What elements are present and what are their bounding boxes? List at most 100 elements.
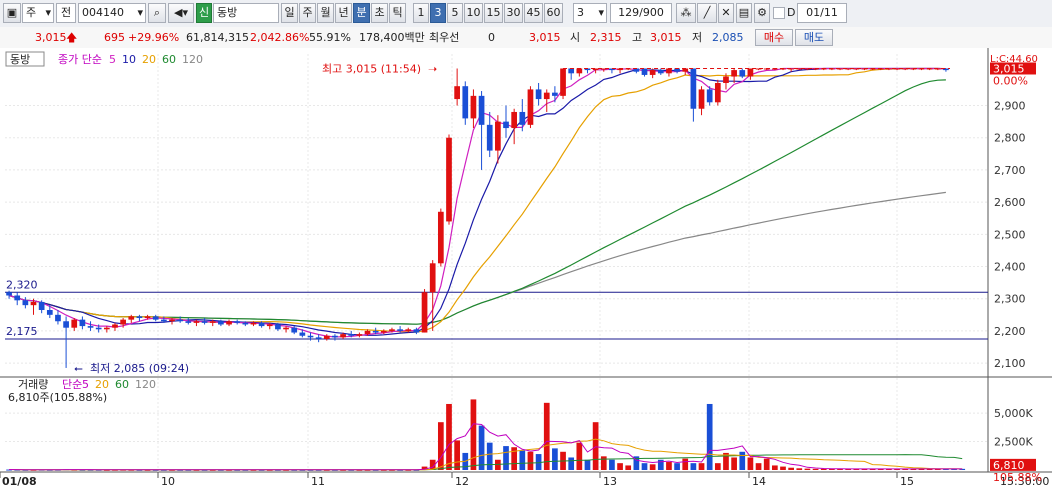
period-button-2[interactable]: 월 xyxy=(317,3,334,23)
minute-button-30[interactable]: 30 xyxy=(504,3,523,23)
volume-bar xyxy=(690,463,697,470)
volume-bar xyxy=(486,442,493,470)
price-chart[interactable]: 2,900 2,800 2,700 2,600 2,500 2,400 2,300 2,200… xyxy=(0,48,1052,490)
candle-body xyxy=(503,121,509,129)
high-price: 3,015 xyxy=(650,31,682,44)
minute-button-60[interactable]: 60 xyxy=(544,3,563,23)
candle-body xyxy=(291,327,298,333)
candle-body xyxy=(568,68,575,74)
volume-tick-label: 5,000K xyxy=(994,407,1033,420)
speaker-icon[interactable]: ◀▾ xyxy=(168,3,194,23)
candle-body xyxy=(389,329,395,331)
period-button-1[interactable]: 주 xyxy=(299,3,316,23)
minute-button-5[interactable]: 5 xyxy=(447,3,463,23)
period-button-4[interactable]: 분 xyxy=(353,3,370,23)
volume-legend-item: 5 xyxy=(82,378,89,391)
interval-select[interactable]: 3 ▾ xyxy=(573,3,607,23)
candle-body xyxy=(266,324,273,327)
volume-legend-item: 단순 xyxy=(62,378,82,391)
toolbar: ▣ 주 ▾ 전 004140 ▾ ⌕ ◀▾ 신 동방 3 ▾ 129/900 ⁂ ╱ … xyxy=(0,0,1052,28)
candle-body xyxy=(120,319,126,325)
candle-body xyxy=(79,319,86,327)
candle-body xyxy=(552,92,558,96)
candle-body xyxy=(242,322,249,325)
volume-bar xyxy=(568,457,575,470)
minute-button-45[interactable]: 45 xyxy=(524,3,543,23)
market-select[interactable]: 주 ▾ xyxy=(22,3,54,23)
candle-body xyxy=(55,314,61,322)
candle-body xyxy=(535,89,542,100)
volume-value: 61,814,315 xyxy=(186,31,249,44)
volume-bar xyxy=(674,463,680,470)
market-select-value: 주 xyxy=(26,6,37,19)
candle-body xyxy=(46,309,53,315)
candle-body xyxy=(372,330,379,333)
candle-body xyxy=(38,301,45,310)
stock-code-input[interactable]: 004140 ▾ xyxy=(78,3,146,23)
candle-body xyxy=(706,89,713,103)
price-legend-item: 10 xyxy=(122,53,136,66)
period-button-6[interactable]: 틱 xyxy=(389,3,406,23)
quote-bar: 3,015 🡅 695 +29.96% 61,814,315 2,042.86%… xyxy=(0,27,1052,49)
scope-select[interactable]: 전 xyxy=(56,3,76,23)
minute-button-1[interactable]: 1 xyxy=(413,3,429,23)
search-icon[interactable]: ⌕ xyxy=(148,3,166,23)
chevron-down-icon: ▾ xyxy=(137,6,143,19)
candle-body xyxy=(723,76,729,83)
period-button-5[interactable]: 초 xyxy=(371,3,388,23)
volume-bar xyxy=(527,451,534,470)
volume-bar xyxy=(788,467,794,470)
candle-body xyxy=(486,124,493,151)
candle-body xyxy=(576,68,583,74)
volume-bar xyxy=(576,442,583,470)
volume-bar xyxy=(609,459,615,470)
best-bid-label: 최우선 xyxy=(429,31,460,44)
price-tick-label: 2,300 xyxy=(994,293,1026,306)
candle-body xyxy=(144,316,151,319)
minute-button-3[interactable]: 3 xyxy=(430,3,446,23)
indicator-icon[interactable]: ⁂ xyxy=(676,3,696,23)
period-button-3[interactable]: 년 xyxy=(335,3,352,23)
sell-button[interactable]: 매도 xyxy=(795,29,833,46)
chevron-down-icon: ▾ xyxy=(45,6,51,19)
save-icon[interactable]: ▤ xyxy=(736,3,752,23)
volume-bar xyxy=(771,465,778,470)
candle-body xyxy=(364,330,371,335)
period-button-0[interactable]: 일 xyxy=(281,3,298,23)
high-label: 고 xyxy=(632,31,643,44)
right-arrow-icon: ➝ xyxy=(428,62,437,75)
price-legend-item: 120 xyxy=(182,53,203,66)
candle-body xyxy=(63,321,69,328)
candle-body xyxy=(275,324,281,330)
candle-body xyxy=(657,70,664,74)
candle-body xyxy=(690,68,697,109)
candle-body xyxy=(177,319,184,322)
candle-body xyxy=(185,321,192,323)
change-percent: +29.96% xyxy=(128,31,180,44)
reference-label-upper: 2,320 xyxy=(6,278,38,291)
candle-body xyxy=(112,324,118,328)
volume-bar xyxy=(649,464,656,470)
x-icon[interactable]: ✕ xyxy=(718,3,734,23)
candle-body xyxy=(560,68,566,96)
minute-button-10[interactable]: 10 xyxy=(464,3,483,23)
draw-line-icon[interactable]: ╱ xyxy=(697,3,717,23)
volume-ratio: 2,042.86% xyxy=(250,31,310,44)
current-price: 3,015 xyxy=(35,31,67,44)
date-input[interactable]: 01/11 xyxy=(797,3,847,23)
candle-body xyxy=(666,68,672,74)
trade-amount: 178,400백만 xyxy=(359,31,425,44)
buy-button[interactable]: 매수 xyxy=(755,29,793,46)
minute-button-15[interactable]: 15 xyxy=(484,3,503,23)
stock-name-field[interactable]: 동방 xyxy=(213,3,279,23)
candle-body xyxy=(462,86,469,119)
price-tick-label: 2,200 xyxy=(994,325,1026,338)
gear-icon[interactable]: ⚙ xyxy=(754,3,770,23)
candle-body xyxy=(71,319,78,328)
candle-body xyxy=(209,321,216,323)
price-legend-item: 종가 단순 xyxy=(58,53,102,66)
reference-label-lower: 2,175 xyxy=(6,325,38,338)
date-checkbox[interactable] xyxy=(773,7,785,19)
volume-bar xyxy=(552,448,558,470)
chart-menu-icon[interactable]: ▣ xyxy=(3,3,21,23)
